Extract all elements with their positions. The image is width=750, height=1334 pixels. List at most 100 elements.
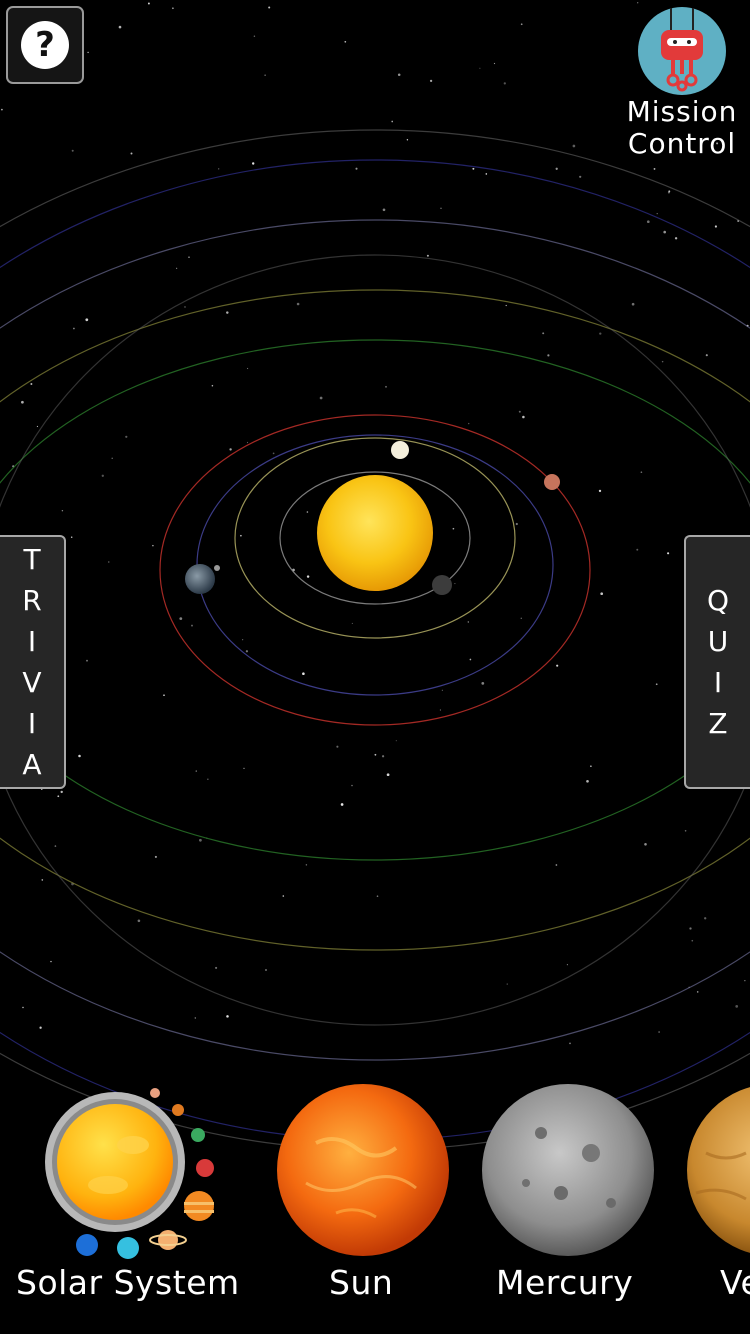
star	[306, 575, 310, 578]
star	[566, 964, 568, 966]
star	[406, 139, 409, 141]
carousel-item-sun[interactable]: Sun	[262, 1075, 462, 1334]
star	[211, 384, 214, 387]
star	[21, 400, 24, 404]
star	[253, 35, 256, 37]
star	[454, 583, 456, 585]
star	[252, 162, 255, 165]
star	[306, 511, 309, 513]
trivia-letter: A	[22, 748, 42, 781]
mission-control-button[interactable]: Mission Control	[620, 6, 744, 160]
star	[39, 1026, 42, 1029]
star	[147, 2, 150, 5]
help-button[interactable]: ?	[6, 6, 84, 84]
carousel-item-mercury[interactable]: Mercury	[470, 1075, 670, 1334]
star	[579, 175, 582, 178]
star	[229, 448, 232, 451]
carousel-item-label: Solar System	[16, 1263, 240, 1302]
star	[86, 659, 88, 662]
star	[556, 664, 559, 667]
star	[355, 167, 358, 170]
star	[243, 767, 245, 770]
star	[547, 354, 550, 357]
star	[184, 306, 186, 308]
star	[441, 689, 443, 691]
quiz-tab[interactable]: Q U I Z	[684, 535, 750, 789]
star	[101, 474, 104, 477]
mars-3d[interactable]	[544, 474, 560, 490]
trivia-letter: V	[22, 666, 42, 699]
star	[481, 682, 485, 685]
star	[520, 23, 523, 26]
star	[522, 415, 525, 419]
star	[272, 452, 275, 455]
star	[386, 773, 390, 777]
star	[195, 770, 197, 772]
outer-orbit	[0, 254, 750, 1026]
star	[646, 220, 650, 224]
body-carousel[interactable]: Solar System Sun Mercury V	[0, 1075, 750, 1334]
neptune-orbit	[0, 159, 750, 1141]
moon-3d	[214, 565, 220, 571]
uranus-orbit	[0, 219, 750, 1061]
star	[247, 367, 249, 370]
star	[264, 74, 266, 76]
star	[215, 966, 218, 969]
star	[506, 983, 508, 985]
saturn-orbit	[0, 289, 750, 951]
star	[108, 561, 110, 563]
star	[302, 672, 305, 675]
trivia-letter: R	[22, 584, 42, 617]
star	[667, 552, 670, 555]
star	[479, 67, 481, 69]
mercury-3d[interactable]	[432, 575, 452, 595]
star	[296, 302, 300, 306]
star	[374, 753, 377, 756]
star	[735, 1005, 739, 1008]
star	[515, 522, 518, 526]
star	[696, 991, 699, 993]
star	[179, 617, 183, 620]
venus-3d[interactable]	[391, 441, 409, 459]
mercury-icon	[482, 1084, 654, 1256]
star	[73, 327, 75, 330]
star	[85, 318, 89, 322]
star	[240, 534, 242, 537]
sun-3d[interactable]	[317, 475, 433, 591]
star	[188, 256, 190, 259]
carousel-item-venus[interactable]: Ve	[680, 1075, 750, 1334]
sun-icon	[277, 1084, 449, 1256]
star	[60, 790, 63, 794]
star	[704, 917, 707, 920]
star	[226, 1015, 229, 1018]
star	[572, 144, 576, 148]
trivia-letter: T	[23, 543, 41, 576]
star	[705, 354, 708, 357]
jupiter-orbit	[0, 339, 750, 861]
star	[395, 740, 397, 742]
star	[452, 527, 455, 530]
carousel-item-label: Ve	[720, 1263, 750, 1302]
star	[631, 302, 635, 306]
star	[305, 864, 308, 866]
star	[644, 843, 647, 846]
star	[245, 650, 249, 653]
quiz-letter: Z	[708, 707, 728, 740]
star	[36, 425, 38, 427]
star	[319, 396, 323, 400]
quiz-letter: Q	[706, 584, 730, 617]
trivia-tab[interactable]: T R I V I A	[0, 535, 66, 789]
star	[282, 895, 285, 897]
earth-3d[interactable]	[185, 564, 215, 594]
star	[111, 457, 113, 460]
star	[382, 208, 386, 212]
star	[194, 1017, 197, 1019]
star	[191, 624, 193, 627]
star	[636, 548, 639, 551]
carousel-item-solar-system[interactable]: Solar System	[0, 1075, 260, 1334]
star	[555, 864, 558, 866]
star	[493, 62, 496, 65]
star	[542, 332, 545, 335]
star	[50, 960, 52, 963]
star	[586, 779, 589, 783]
